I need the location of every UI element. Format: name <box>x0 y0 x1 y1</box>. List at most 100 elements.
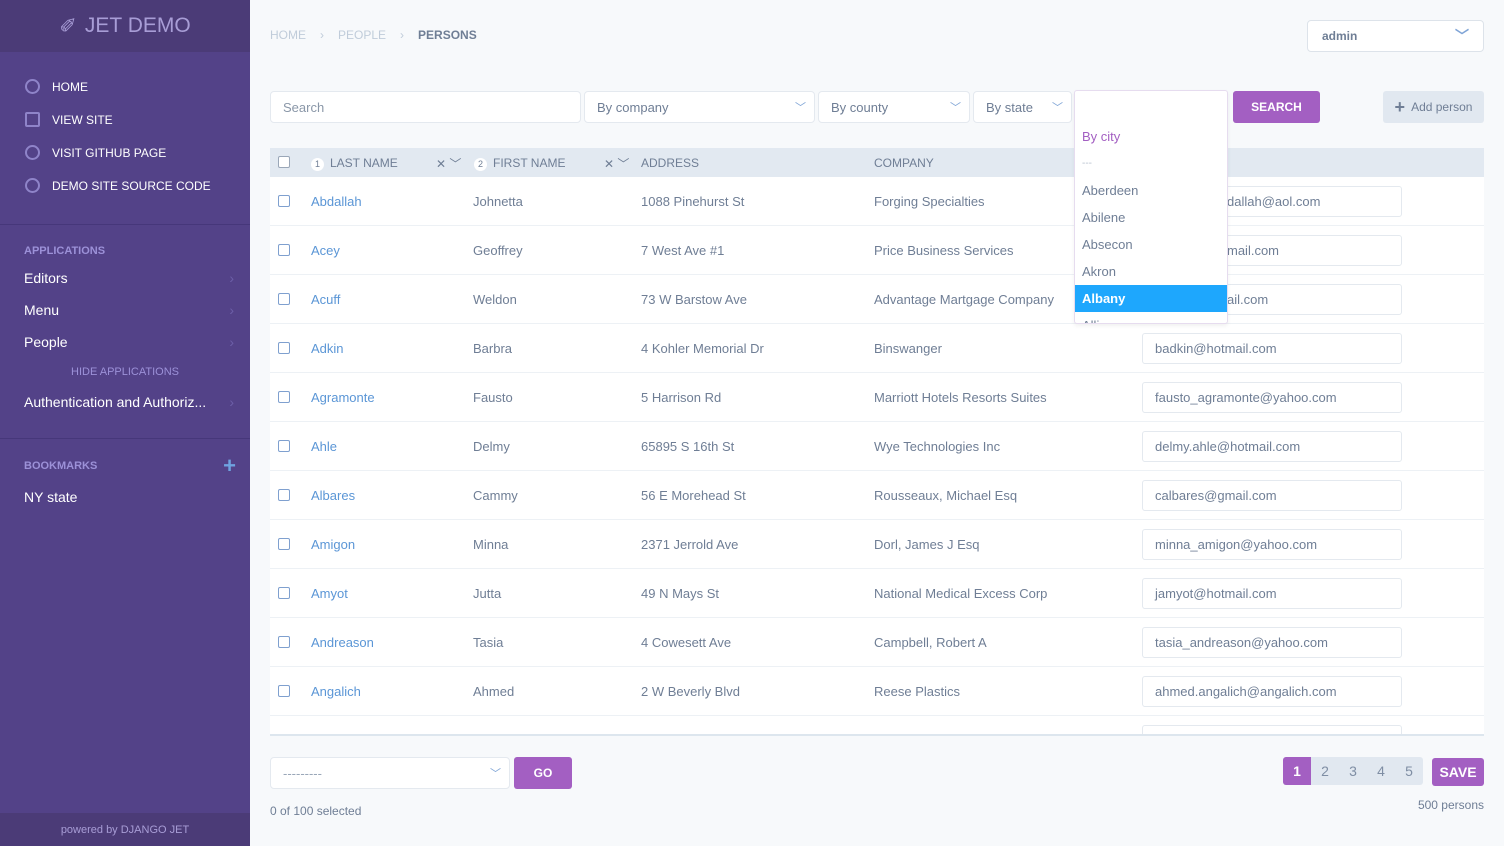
last-name-link[interactable]: Andreason <box>311 635 374 650</box>
email-input[interactable] <box>1142 725 1402 734</box>
chevron-down-icon: ﹀ <box>1455 28 1469 44</box>
row-checkbox[interactable] <box>278 342 290 354</box>
header-first-name[interactable]: 2 FIRST NAME <box>474 156 565 171</box>
last-name-link[interactable]: Amigon <box>311 537 355 552</box>
header-address[interactable]: ADDRESS <box>641 156 699 170</box>
first-name: Delmy <box>473 439 510 454</box>
page-3[interactable]: 3 <box>1339 757 1367 785</box>
user-select[interactable]: admin ﹀ <box>1307 20 1484 52</box>
address: 4 Cowesett Ave <box>641 635 732 650</box>
email-input[interactable]: ahmed.angalich@angalich.com <box>1142 676 1402 707</box>
search-input[interactable]: Search <box>270 91 581 123</box>
email-input[interactable]: badkin@hotmail.com <box>1142 333 1402 364</box>
company: Dorl, James J Esq <box>874 537 980 552</box>
city-option[interactable]: Absecon <box>1075 231 1227 258</box>
row-checkbox[interactable] <box>278 685 290 697</box>
app-editors[interactable]: Editors › <box>0 262 250 294</box>
last-name-link[interactable]: Adkin <box>311 341 344 356</box>
plus-icon: + <box>1394 96 1406 117</box>
email-input[interactable]: delmy.ahle@hotmail.com <box>1142 431 1402 462</box>
row-checkbox[interactable] <box>278 391 290 403</box>
last-name-link[interactable]: Agramonte <box>311 390 375 405</box>
table-row: Abdallah Johnetta 1088 Pinehurst St Forg… <box>270 177 1484 226</box>
email-input[interactable]: jamyot@hotmail.com <box>1142 578 1402 609</box>
city-option[interactable]: Abilene <box>1075 204 1227 231</box>
city-dropdown[interactable]: By city --- Aberdeen Abilene Absecon Akron Al… <box>1074 90 1228 324</box>
county-filter[interactable]: By county ﹀ <box>818 91 970 123</box>
breadcrumb-people[interactable]: PEOPLE <box>338 28 386 42</box>
email-input[interactable]: fausto_agramonte@yahoo.com <box>1142 382 1402 413</box>
app-people[interactable]: People › <box>0 326 250 358</box>
row-checkbox[interactable] <box>278 195 290 207</box>
last-name-link[interactable]: Amyot <box>311 586 348 601</box>
header-last-name[interactable]: 1 LAST NAME <box>311 156 398 171</box>
address: 65895 S 16th St <box>641 439 735 454</box>
last-name-link[interactable]: Ahle <box>311 439 337 454</box>
logo[interactable]: ✐ JET DEMO <box>0 0 250 52</box>
row-checkbox[interactable] <box>278 734 290 736</box>
row-checkbox[interactable] <box>278 587 290 599</box>
action-select[interactable]: --------- ﹀ <box>270 757 510 789</box>
city-option[interactable]: Aberdeen <box>1075 177 1227 204</box>
email-input[interactable]: minna_amigon@yahoo.com <box>1142 529 1402 560</box>
bookmark-item[interactable]: NY state <box>0 481 250 513</box>
page-1[interactable]: 1 <box>1283 757 1311 785</box>
email-input[interactable]: calbares@gmail.com <box>1142 480 1402 511</box>
company-filter[interactable]: By company ﹀ <box>584 91 815 123</box>
save-button[interactable]: SAVE <box>1432 758 1484 786</box>
table-row: Andreason Tasia 4 Cowesett Ave Campbell,… <box>270 618 1484 667</box>
city-option[interactable]: Alliance <box>1075 312 1227 323</box>
chevron-down-icon: ﹀ <box>950 102 961 114</box>
select-all-checkbox[interactable] <box>278 156 290 168</box>
add-bookmark-icon[interactable]: + <box>223 453 236 479</box>
last-name-link[interactable]: Abdallah <box>311 194 362 209</box>
header-company[interactable]: COMPANY <box>874 156 934 170</box>
page-2[interactable]: 2 <box>1311 757 1339 785</box>
breadcrumb: HOME › PEOPLE › PERSONS <box>270 28 477 42</box>
city-option[interactable]: --- <box>1075 150 1227 177</box>
remove-sort-icon[interactable]: ✕ ﹀ <box>604 155 629 172</box>
table-row: Adkin Barbra 4 Kohler Memorial Dr Binswa… <box>270 324 1484 373</box>
app-auth[interactable]: Authentication and Authoriz... › <box>0 386 250 418</box>
last-name-link[interactable]: Albares <box>311 488 355 503</box>
address: 1088 Pinehurst St <box>641 194 745 209</box>
quick-link-home[interactable]: HOME <box>0 70 250 103</box>
last-name-link[interactable]: Acuff <box>311 292 340 307</box>
breadcrumb-home[interactable]: HOME <box>270 28 306 42</box>
last-name-link[interactable]: Acey <box>311 243 340 258</box>
first-name: Jutta <box>473 586 502 601</box>
first-name: Geoffrey <box>473 243 523 258</box>
row-checkbox[interactable] <box>278 244 290 256</box>
first-name: Tasia <box>473 635 504 650</box>
row-checkbox[interactable] <box>278 538 290 550</box>
app-menu[interactable]: Menu › <box>0 294 250 326</box>
city-option[interactable]: Albany <box>1075 285 1227 312</box>
add-person-button[interactable]: + Add person <box>1383 91 1484 123</box>
row-checkbox[interactable] <box>278 489 290 501</box>
company: Price Business Services <box>874 243 1014 258</box>
table-row: Acey Geoffrey 7 West Ave #1 Price Busine… <box>270 226 1484 275</box>
table-row: Albares Cammy 56 E Morehead St Rousseaux… <box>270 471 1484 520</box>
home-icon <box>25 79 40 94</box>
quick-link-source[interactable]: DEMO SITE SOURCE CODE <box>0 169 250 202</box>
state-filter[interactable]: By state ﹀ <box>973 91 1072 123</box>
last-name-link[interactable]: Angalich <box>311 684 361 699</box>
company: National Medical Excess Corp <box>874 586 1048 601</box>
hide-applications-link[interactable]: HIDE APPLICATIONS <box>0 358 250 386</box>
page-4[interactable]: 4 <box>1367 757 1395 785</box>
company: Reese Plastics <box>874 684 960 699</box>
quick-link-github[interactable]: VISIT GITHUB PAGE <box>0 136 250 169</box>
chevron-down-icon: ﹀ <box>1052 102 1063 114</box>
search-button[interactable]: SEARCH <box>1233 91 1320 123</box>
remove-sort-icon[interactable]: ✕ ﹀ <box>436 155 461 172</box>
page-5[interactable]: 5 <box>1395 757 1423 785</box>
row-checkbox[interactable] <box>278 293 290 305</box>
brush-icon: ✐ <box>59 14 77 38</box>
row-checkbox[interactable] <box>278 636 290 648</box>
quick-link-view-site[interactable]: VIEW SITE <box>0 103 250 136</box>
row-checkbox[interactable] <box>278 440 290 452</box>
email-input[interactable]: tasia_andreason@yahoo.com <box>1142 627 1402 658</box>
first-name: Ahmed <box>473 684 515 699</box>
go-button[interactable]: GO <box>514 757 572 789</box>
city-option[interactable]: Akron <box>1075 258 1227 285</box>
